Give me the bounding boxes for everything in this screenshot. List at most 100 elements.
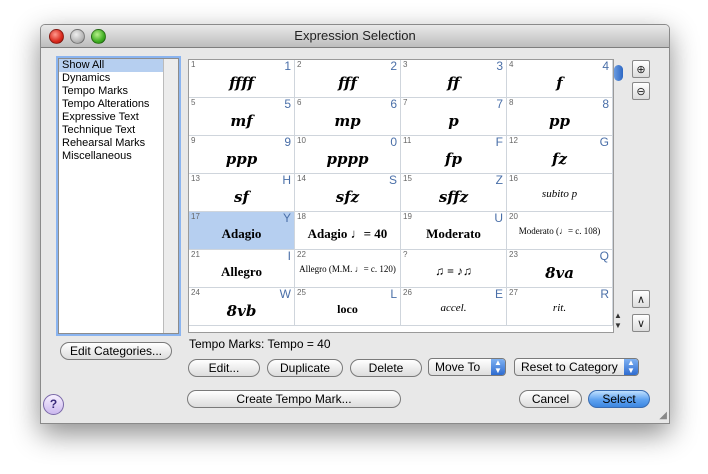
delete-button[interactable]: Delete — [350, 359, 422, 377]
expression-symbol: Moderato (♩= c. 108) — [518, 226, 601, 236]
expression-cell[interactable]: ? ♫ = ♪♫ — [401, 250, 507, 288]
expression-number: 7 — [403, 98, 408, 107]
expression-cell[interactable]: 5 5 mf — [189, 97, 295, 136]
expression-number: 15 — [403, 174, 412, 183]
expression-symbol: ♫ = ♪♫ — [435, 264, 472, 278]
expression-number: 22 — [297, 250, 306, 259]
expression-number: 18 — [297, 212, 306, 221]
category-item-expressive-text[interactable]: Expressive Text — [59, 111, 178, 124]
expression-shortcut-key: 3 — [496, 59, 503, 73]
scroll-up-arrow-icon[interactable]: ▲ — [614, 311, 622, 320]
edit-categories-button[interactable]: Edit Categories... — [60, 342, 172, 360]
expression-cell[interactable]: 17 Y Adagio — [189, 211, 295, 250]
expression-cell[interactable]: 2 2 fff — [295, 60, 401, 98]
category-item-rehearsal-marks[interactable]: Rehearsal Marks — [59, 137, 178, 150]
expression-cell[interactable]: 6 6 mp — [295, 97, 401, 136]
scroll-up-icon[interactable]: ∧ — [632, 290, 650, 308]
expression-number: 2 — [297, 60, 302, 69]
expression-number: 26 — [403, 288, 412, 297]
create-tempo-mark-button[interactable]: Create Tempo Mark... — [187, 390, 401, 408]
help-icon[interactable]: ? — [43, 394, 64, 415]
expression-shortcut-key: 1 — [284, 59, 291, 73]
expression-shortcut-key: E — [494, 287, 503, 301]
scroll-down-icon[interactable]: ∨ — [632, 314, 650, 332]
expression-cell[interactable]: 15 Zsffz — [401, 173, 507, 212]
expression-cell[interactable]: 25 Lloco — [295, 287, 401, 326]
expression-number: 6 — [297, 98, 302, 107]
popup-arrows-icon: ▲ ▼ — [624, 359, 638, 375]
expression-shortcut-key: 6 — [390, 97, 397, 111]
category-item-tempo-alterations[interactable]: Tempo Alterations — [59, 98, 178, 111]
expression-symbol: sffz — [438, 188, 469, 206]
expression-symbol: accel. — [440, 302, 467, 314]
expression-symbol: fz — [552, 150, 567, 168]
expression-cell[interactable]: 18 Adagio ♩= 40 — [295, 212, 401, 250]
expression-shortcut-key: Y — [282, 211, 291, 225]
expression-selection-window: Expression Selection Show All Dynamics T… — [40, 24, 670, 424]
expression-cell[interactable]: 13 Hsf — [189, 173, 295, 212]
expression-grid[interactable]: 1 1 ffff 2 2 fff 3 3 ff 4 4 f 5 5 mf 6 6 mp 7 7 p 8 8 pp 9 9 ppp 10… — [188, 59, 614, 333]
expression-cell[interactable]: 23 Q 8va — [507, 249, 613, 288]
expression-cell[interactable]: 21 I Allegro — [189, 249, 295, 288]
expression-number: 5 — [191, 98, 196, 107]
expression-number: ? — [403, 250, 408, 259]
expression-cell[interactable]: 14 Ssfz — [295, 173, 401, 212]
expression-symbol: subito p — [541, 188, 578, 200]
cancel-button[interactable]: Cancel — [519, 390, 582, 408]
reset-to-category-popup[interactable]: Reset to Category ▲ ▼ — [514, 358, 639, 376]
zoom-out-icon[interactable]: ⊖ — [632, 82, 650, 100]
resize-grip-icon[interactable]: ◢ — [659, 410, 667, 421]
category-item-tempo-marks[interactable]: Tempo Marks — [59, 85, 178, 98]
expression-shortcut-key: 8 — [602, 97, 609, 111]
category-list-scrollbar[interactable] — [163, 59, 178, 333]
category-item-show-all[interactable]: Show All — [59, 59, 178, 72]
expression-cell[interactable]: 7 7 p — [401, 97, 507, 136]
expression-cell[interactable]: 27 Rrit. — [507, 287, 613, 326]
expression-shortcut-key: S — [388, 173, 397, 187]
expression-cell[interactable]: 3 3 ff — [401, 60, 507, 98]
duplicate-button[interactable]: Duplicate — [267, 359, 343, 377]
expression-cell[interactable]: 1 1 ffff — [189, 60, 295, 98]
category-item-miscellaneous[interactable]: Miscellaneous — [59, 150, 178, 163]
expression-cell[interactable]: 11 Ffp — [401, 135, 507, 174]
reset-to-category-label: Reset to Category — [521, 360, 618, 374]
expression-cell[interactable]: 9 9 ppp — [189, 135, 295, 174]
move-to-popup[interactable]: Move To ▲ ▼ — [428, 358, 506, 376]
zoom-in-icon[interactable]: ⊕ — [632, 60, 650, 78]
expression-symbol: 8va — [545, 264, 574, 282]
select-button[interactable]: Select — [588, 390, 650, 408]
expression-number: 21 — [191, 250, 200, 259]
expression-cell[interactable]: 16 subito p — [507, 174, 613, 212]
expression-symbol: Moderato — [426, 226, 481, 241]
expression-cell[interactable]: 8 8 pp — [507, 97, 613, 136]
category-item-dynamics[interactable]: Dynamics — [59, 72, 178, 85]
expression-symbol: sf — [234, 188, 249, 206]
expression-symbol: ppp — [225, 150, 258, 168]
scroll-down-arrow-icon[interactable]: ▼ — [614, 321, 622, 330]
expression-symbol: Adagio — [221, 226, 262, 241]
expression-number: 23 — [509, 250, 518, 259]
expression-symbol: fff — [338, 74, 357, 92]
expression-shortcut-key: L — [390, 287, 397, 301]
category-list[interactable]: Show All Dynamics Tempo Marks Tempo Alte… — [58, 58, 179, 334]
category-item-technique-text[interactable]: Technique Text — [59, 124, 178, 137]
expression-cell[interactable]: 20 Moderato (♩= c. 108) — [507, 212, 613, 250]
expression-number: 20 — [509, 212, 518, 221]
expression-number: 19 — [403, 212, 412, 221]
expression-cell[interactable]: 26 Eaccel. — [401, 287, 507, 326]
expression-cell[interactable]: 22 Allegro (M.M. ♩= c. 120) — [295, 250, 401, 288]
category-items: Show All Dynamics Tempo Marks Tempo Alte… — [59, 59, 178, 163]
expression-cell[interactable]: 12 Gfz — [507, 135, 613, 174]
expression-cell[interactable]: 19 U Moderato — [401, 211, 507, 250]
expression-shortcut-key: 7 — [496, 97, 503, 111]
edit-button[interactable]: Edit... — [188, 359, 260, 377]
expression-grid-scrollbar[interactable]: ▲ ▼ — [613, 61, 625, 331]
expression-shortcut-key: H — [282, 173, 291, 187]
scrollbar-thumb[interactable] — [614, 65, 623, 81]
expression-cell[interactable]: 24 W 8vb — [189, 287, 295, 326]
title-bar[interactable]: Expression Selection — [41, 25, 669, 48]
expression-cell[interactable]: 10 0 pppp — [295, 135, 401, 174]
expression-number: 13 — [191, 174, 200, 183]
expression-shortcut-key: Z — [495, 173, 503, 187]
expression-cell[interactable]: 4 4 f — [507, 60, 613, 98]
